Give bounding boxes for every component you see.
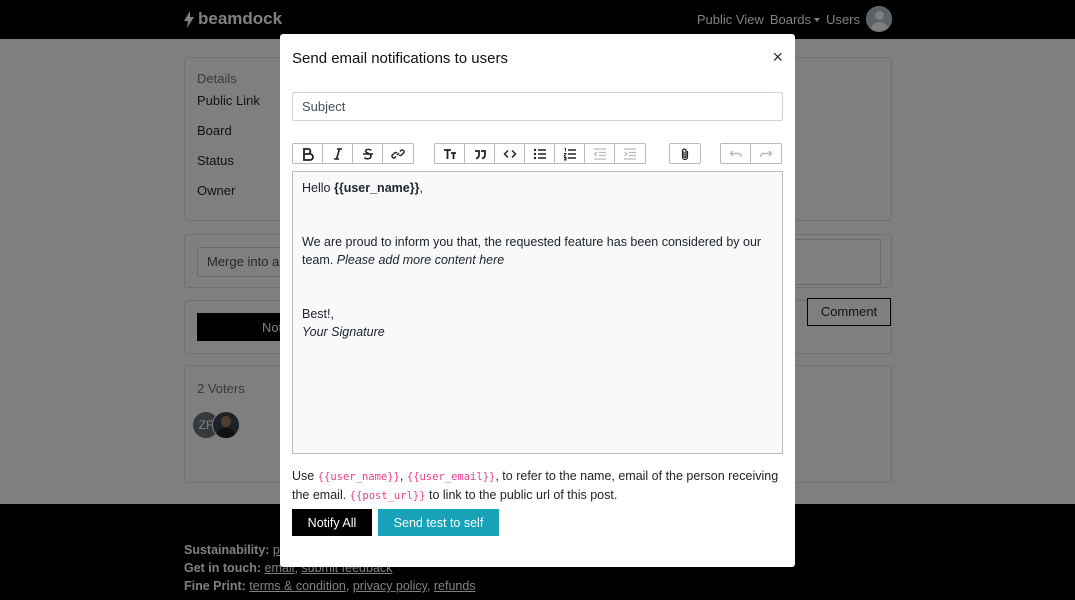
quote-icon[interactable] [465, 144, 495, 163]
message-editor[interactable]: Hello {{user_name}}, We are proud to inf… [292, 171, 783, 454]
bullet-list-icon[interactable] [525, 144, 555, 163]
signature-text: Your Signature [302, 325, 385, 339]
attach-icon[interactable] [670, 144, 700, 163]
code-icon[interactable] [495, 144, 525, 163]
editor-signature: Your Signature [302, 323, 773, 341]
hint-text: to link to the public url of this post. [425, 488, 618, 502]
redo-icon[interactable] [751, 144, 781, 163]
hint-text: , [399, 469, 407, 483]
toolbar-block-group [434, 143, 646, 164]
hint-var-user-name: {{user_name}} [317, 471, 400, 483]
editor-body: We are proud to inform you that, the req… [302, 233, 773, 269]
greeting-variable: {{user_name}} [333, 181, 420, 195]
link-icon[interactable] [383, 144, 413, 163]
editor-signoff: Best!, [302, 307, 334, 321]
hint-var-post-url: {{post_url}} [349, 490, 426, 502]
strikethrough-icon[interactable] [353, 144, 383, 163]
indent-icon[interactable] [615, 144, 645, 163]
toolbar-format-group [292, 143, 414, 164]
modal-title: Send email notifications to users [292, 50, 508, 67]
notify-all-button[interactable]: Notify All [292, 509, 372, 536]
subject-input[interactable] [292, 92, 783, 121]
send-test-button[interactable]: Send test to self [378, 509, 499, 536]
italic-icon[interactable] [323, 144, 353, 163]
toolbar-attach-group [669, 143, 701, 164]
toolbar-history-group [720, 143, 782, 164]
variables-hint: Use {{user_name}}, {{user_email}}, to re… [292, 467, 787, 505]
email-notification-modal: Send email notifications to users × Subj… [280, 34, 795, 567]
outdent-icon[interactable] [585, 144, 615, 163]
hint-text: Use [292, 469, 318, 483]
close-icon[interactable]: × [772, 48, 783, 66]
hint-var-user-email: {{user_email}} [406, 471, 496, 483]
numbered-list-icon[interactable] [555, 144, 585, 163]
bold-icon[interactable] [293, 144, 323, 163]
editor-greeting: Hello {{user_name}}, [302, 179, 773, 197]
body-placeholder: Please add more content here [336, 253, 505, 267]
greeting-prefix: Hello [302, 181, 334, 195]
greeting-suffix: , [419, 181, 423, 195]
heading-icon[interactable] [435, 144, 465, 163]
undo-icon[interactable] [721, 144, 751, 163]
